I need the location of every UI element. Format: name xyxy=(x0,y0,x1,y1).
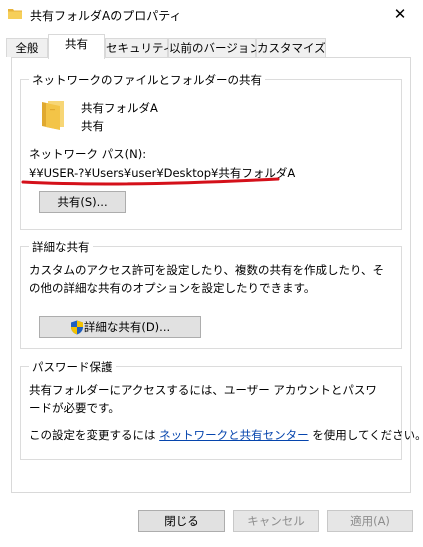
close-window-button[interactable]: ✕ xyxy=(377,0,423,30)
folder-icon xyxy=(8,9,22,19)
group-title: パスワード保護 xyxy=(29,359,116,375)
advanced-share-button[interactable]: 詳細な共有(D)... xyxy=(39,316,201,338)
shared-folder-icon xyxy=(42,101,64,130)
tab-strip: 全般 共有 セキュリティ 以前のバージョン カスタマイズ xyxy=(0,30,423,59)
shield-icon xyxy=(71,320,83,335)
password-description: 共有フォルダーにアクセスするには、ユーザー アカウントとパスワードが必要です。 xyxy=(29,383,377,415)
tab-panel: ネットワークのファイルとフォルダーの共有 共有フォルダA 共有 ネットワーク パ… xyxy=(11,57,423,493)
window-title: 共有フォルダAのプロパティ xyxy=(30,9,182,23)
change-prefix: この設定を変更するには xyxy=(29,428,160,442)
apply-button[interactable]: 適用(A) xyxy=(327,510,413,532)
change-suffix: を使用してください。 xyxy=(308,428,423,442)
title-bar: 共有フォルダAのプロパティ ✕ xyxy=(0,0,423,30)
group-title: 詳細な共有 xyxy=(29,239,93,255)
tab-general[interactable]: 全般 xyxy=(6,38,48,57)
advanced-share-button-label: 詳細な共有(D)... xyxy=(83,320,171,334)
password-protection-group: パスワード保護 共有フォルダーにアクセスするには、ユーザー アカウントとパスワー… xyxy=(20,359,423,460)
group-title: ネットワークのファイルとフォルダーの共有 xyxy=(29,72,265,88)
advanced-share-description: カスタムのアクセス許可を設定したり、複数の共有を作成したり、その他の詳細な共有の… xyxy=(29,263,385,295)
network-path-label: ネットワーク パス(N): xyxy=(29,147,147,161)
folder-share-status: 共有 xyxy=(81,119,104,133)
cancel-button[interactable]: キャンセル xyxy=(233,510,319,532)
tab-previous-versions[interactable]: 以前のバージョン xyxy=(168,38,261,57)
tab-security[interactable]: セキュリティ xyxy=(105,38,174,57)
folder-name: 共有フォルダA xyxy=(81,101,158,115)
network-share-group: ネットワークのファイルとフォルダーの共有 共有フォルダA 共有 ネットワーク パ… xyxy=(20,72,402,230)
share-button[interactable]: 共有(S)... xyxy=(39,191,126,213)
close-button[interactable]: 閉じる xyxy=(138,510,225,532)
password-change-instruction: この設定を変更するには ネットワークと共有センター を使用してください。 xyxy=(29,426,423,444)
tab-customize[interactable]: カスタマイズ xyxy=(256,38,326,57)
network-sharing-center-link[interactable]: ネットワークと共有センター xyxy=(159,428,309,442)
advanced-share-group: 詳細な共有 カスタムのアクセス許可を設定したり、複数の共有を作成したり、その他の… xyxy=(20,239,402,349)
tab-sharing[interactable]: 共有 xyxy=(48,34,105,59)
red-annotation-underline xyxy=(21,177,280,186)
